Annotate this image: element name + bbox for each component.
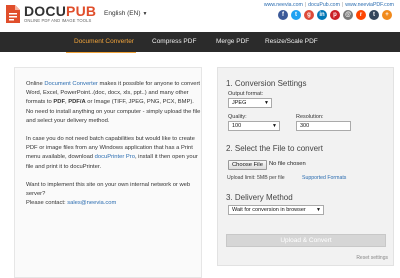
link-neevia[interactable]: www.neevia.com [264, 2, 303, 8]
chevron-down-icon: ▼ [272, 123, 277, 129]
tab-document-converter[interactable]: Document Converter [74, 32, 134, 52]
tab-merge-pdf[interactable]: Merge PDF [216, 32, 249, 52]
tab-compress-pdf[interactable]: Compress PDF [152, 32, 196, 52]
converter-form: 1. Conversion Settings Output format: JP… [217, 67, 394, 266]
upload-limit-text: Upload limit: 5MB per file [227, 175, 285, 181]
chevron-down-icon: ▼ [264, 100, 269, 106]
tumblr-icon[interactable]: t [369, 10, 379, 20]
docuprinter-pro-link[interactable]: docuPrinter Pro [95, 154, 135, 160]
brand-tagline: ONLINE PDF AND IMAGE TOOLS [24, 18, 92, 23]
main-nav: Document Converter Compress PDF Merge PD… [0, 32, 400, 52]
intro-paragraph-2: In case you do not need batch capabiliti… [26, 136, 198, 170]
quality-select[interactable]: 100 ▼ [228, 121, 280, 131]
intro-paragraph-4: Please contact: sales@neevia.com [26, 200, 117, 207]
docupub-logo[interactable]: DOCUPUB ONLINE PDF AND IMAGE TOOLS [5, 3, 100, 27]
chevron-down-icon: ▼ [316, 207, 321, 213]
social-icons: f t g in p @ r t + [278, 10, 392, 22]
link-docupub[interactable]: docuPub.com [308, 2, 340, 8]
choose-file-button[interactable]: Choose File [228, 160, 267, 170]
tab-resize-scale-pdf[interactable]: Resize/Scale PDF [265, 32, 318, 52]
no-file-chosen-text: No file chosen [269, 161, 306, 167]
intro-paragraph-1: Online Document Converter makes it possi… [26, 81, 201, 124]
language-value: English (EN) [104, 10, 141, 17]
document-logo-icon [6, 5, 20, 23]
supported-formats-link[interactable]: Supported Formats [302, 175, 346, 181]
pinterest-icon[interactable]: p [330, 10, 340, 20]
reset-settings-link[interactable]: Reset settings [356, 255, 388, 261]
email-icon[interactable]: @ [343, 10, 353, 20]
share-icon[interactable]: + [382, 10, 392, 20]
upload-convert-button[interactable]: Upload & Convert [226, 234, 386, 247]
resolution-input[interactable]: 300 [296, 121, 351, 131]
brand-name: DOCUPUB [24, 3, 97, 19]
twitter-icon[interactable]: t [291, 10, 301, 20]
top-links: www.neevia.com | docuPub.com | www.neeviaPDF… [263, 2, 394, 8]
link-neeviapdf[interactable]: www.neeviaPDF.com [345, 2, 394, 8]
active-tab-indicator [66, 52, 136, 53]
delivery-method-title: 3. Delivery Method [226, 193, 293, 202]
reddit-icon[interactable]: r [356, 10, 366, 20]
delivery-method-select[interactable]: Wait for conversion in browser ▼ [228, 205, 324, 215]
language-select[interactable]: English (EN) ▼ [104, 10, 147, 17]
linkedin-icon[interactable]: in [317, 10, 327, 20]
intro-text: Online Document Converter makes it possi… [26, 80, 202, 217]
google-plus-icon[interactable]: g [304, 10, 314, 20]
facebook-icon[interactable]: f [278, 10, 288, 20]
intro-paragraph-3: Want to implement this site on your own … [26, 181, 191, 198]
document-converter-link[interactable]: Document Converter [44, 81, 97, 87]
sales-email-link[interactable]: sales@neevia.com [67, 200, 116, 206]
resolution-label: Resolution: [296, 114, 324, 120]
conversion-settings-title: 1. Conversion Settings [226, 79, 307, 88]
output-format-select[interactable]: JPEG ▼ [228, 98, 272, 108]
quality-label: Quality: [228, 114, 247, 120]
site-header: DOCUPUB ONLINE PDF AND IMAGE TOOLS Engli… [0, 0, 400, 30]
output-format-label: Output format: [228, 91, 264, 97]
intro-panel: Online Document Converter makes it possi… [14, 67, 202, 278]
select-file-title: 2. Select the File to convert [226, 144, 323, 153]
chevron-down-icon: ▼ [142, 11, 148, 17]
